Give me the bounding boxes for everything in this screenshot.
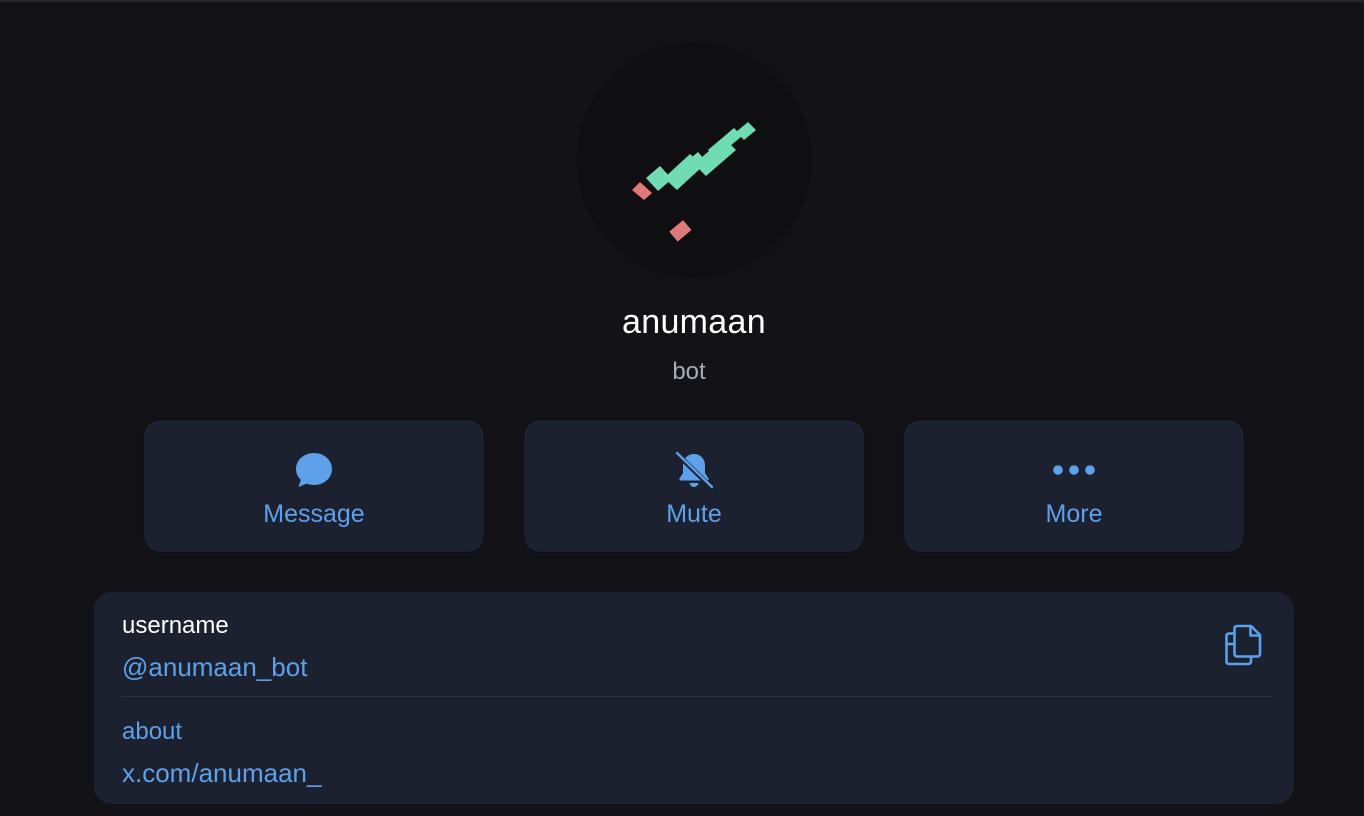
divider	[122, 696, 1272, 697]
more-label: More	[1045, 500, 1103, 528]
message-button[interactable]: Message	[144, 420, 484, 552]
profile-subtitle: bot	[672, 358, 706, 385]
message-label: Message	[263, 500, 365, 528]
bell-slash-icon	[674, 451, 714, 490]
more-button[interactable]: More	[904, 420, 1244, 552]
ellipsis-icon	[1053, 465, 1095, 475]
about-label: about	[122, 718, 183, 745]
mute-button[interactable]: Mute	[524, 420, 864, 552]
trend-chart-logo-icon	[632, 122, 756, 242]
username-value[interactable]: @anumaan_bot	[122, 652, 307, 683]
top-border	[0, 0, 1364, 2]
copy-icon[interactable]	[1220, 622, 1266, 668]
info-card: username @anumaan_bot about x.com/anumaa…	[94, 592, 1294, 804]
profile-name: anumaan	[622, 303, 766, 341]
chat-bubble-icon	[296, 453, 332, 487]
profile-avatar	[576, 42, 812, 278]
mute-label: Mute	[666, 500, 722, 528]
about-value[interactable]: x.com/anumaan_	[122, 758, 321, 789]
username-label: username	[122, 612, 229, 639]
